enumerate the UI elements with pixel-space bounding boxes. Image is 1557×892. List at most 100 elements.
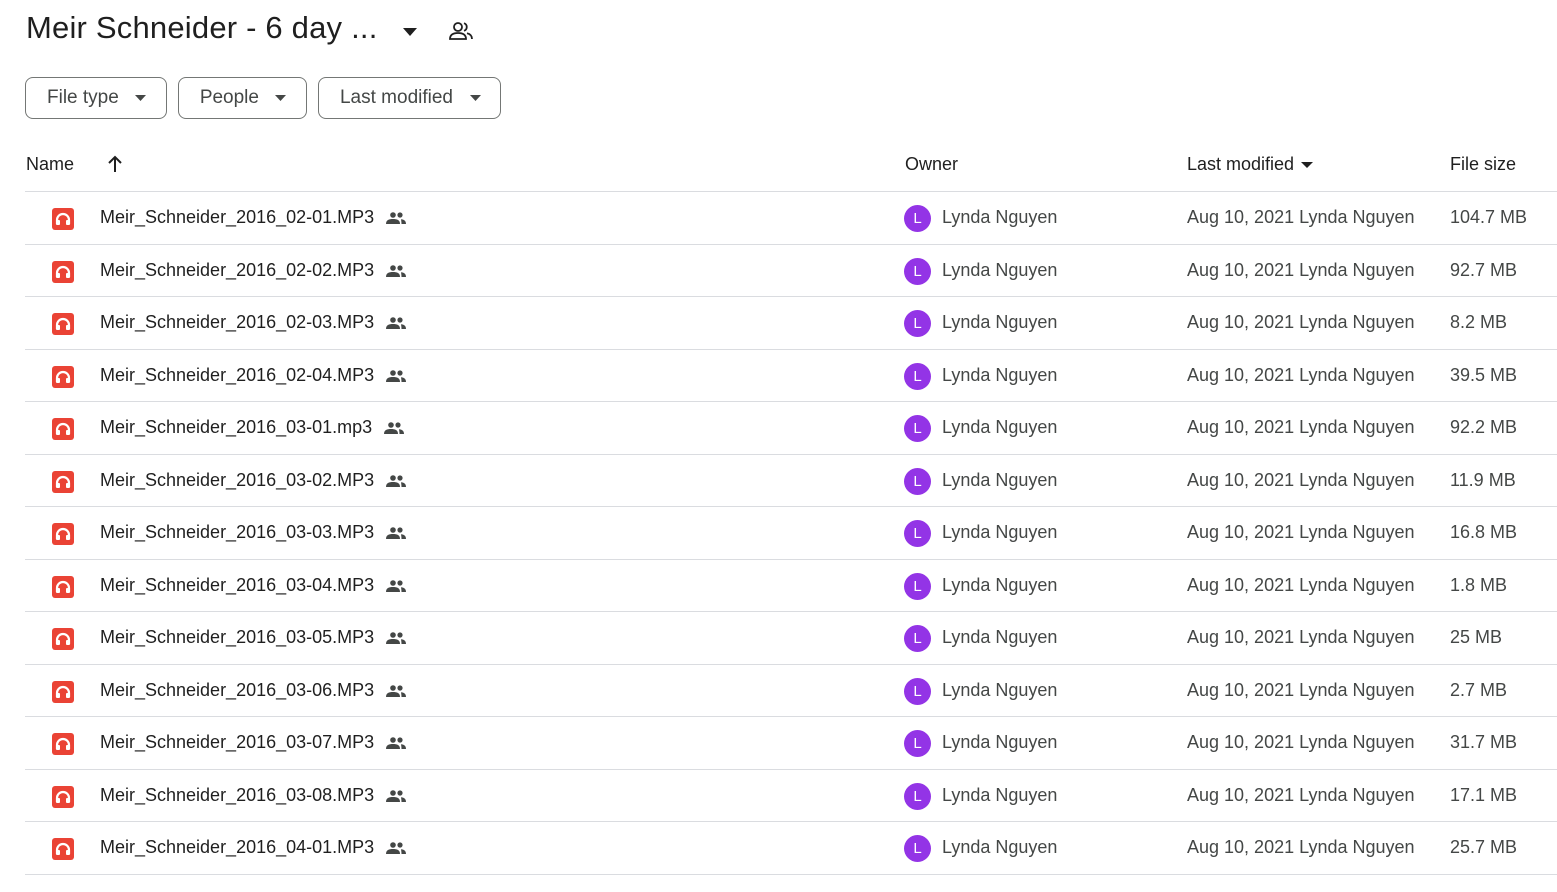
shared-icon	[386, 209, 406, 227]
shared-icon	[386, 314, 406, 332]
file-row[interactable]: Meir_Schneider_2016_03-07.MP3 L Lynda Ng…	[25, 717, 1557, 770]
file-row[interactable]: Meir_Schneider_2016_02-04.MP3 L Lynda Ng…	[25, 350, 1557, 402]
owner-name: Lynda Nguyen	[942, 784, 1058, 805]
file-name[interactable]: Meir_Schneider_2016_02-04.MP3	[100, 365, 374, 386]
last-modified: Aug 10, 2021 Lynda Nguyen	[1187, 207, 1415, 227]
file-row[interactable]: Meir_Schneider_2016_03-04.MP3 L Lynda Ng…	[25, 560, 1557, 612]
file-row[interactable]: Meir_Schneider_2016_04-01.MP3 L Lynda Ng…	[25, 822, 1557, 875]
avatar: L	[904, 835, 931, 862]
file-row[interactable]: Meir_Schneider_2016_02-01.MP3 L Lynda Ng…	[25, 192, 1557, 245]
audio-file-icon	[52, 313, 74, 335]
file-name[interactable]: Meir_Schneider_2016_03-03.MP3	[100, 522, 374, 543]
file-size: 92.7 MB	[1450, 259, 1518, 280]
avatar: L	[904, 362, 931, 390]
owner-name: Lynda Nguyen	[942, 312, 1058, 332]
last-modified-filter-label: Last modified	[339, 87, 453, 108]
file-size: 92.2 MB	[1450, 417, 1518, 437]
file-size: 31.7 MB	[1450, 732, 1518, 752]
shared-icon	[384, 419, 404, 437]
file-size: 8.2 MB	[1450, 312, 1508, 332]
column-header-owner[interactable]: Owner	[905, 154, 958, 175]
shared-icon	[386, 472, 406, 490]
file-name[interactable]: Meir_Schneider_2016_03-04.MP3	[100, 575, 374, 596]
arrow-drop-down-icon	[133, 90, 149, 106]
shared-icon	[386, 787, 406, 805]
avatar: L	[904, 415, 931, 442]
file-name[interactable]: Meir_Schneider_2016_02-03.MP3	[100, 312, 374, 333]
file-rows: Meir_Schneider_2016_02-01.MP3 L Lynda Ng…	[25, 192, 1557, 875]
sort-ascending-icon[interactable]	[103, 152, 127, 176]
file-name[interactable]: Meir_Schneider_2016_02-01.MP3	[100, 207, 374, 228]
audio-file-icon	[52, 365, 74, 388]
arrow-drop-down-icon	[273, 90, 289, 106]
column-header-last-modified[interactable]: Last modified	[1187, 154, 1314, 175]
arrow-drop-down-icon	[467, 90, 483, 106]
file-type-filter[interactable]: File type	[25, 77, 167, 119]
shared-icon	[386, 839, 406, 857]
avatar: L	[904, 730, 931, 757]
file-size: 39.5 MB	[1450, 364, 1518, 385]
last-modified: Aug 10, 2021 Lynda Nguyen	[1187, 417, 1415, 437]
file-row[interactable]: Meir_Schneider_2016_03-05.MP3 L Lynda Ng…	[25, 612, 1557, 665]
folder-title[interactable]: Meir Schneider - 6 day ...	[26, 10, 378, 46]
owner-name: Lynda Nguyen	[942, 207, 1058, 227]
file-row[interactable]: Meir_Schneider_2016_02-03.MP3 L Lynda Ng…	[25, 297, 1557, 350]
file-name[interactable]: Meir_Schneider_2016_03-07.MP3	[100, 732, 374, 753]
folder-header: Meir Schneider - 6 day ...	[0, 0, 1557, 62]
last-modified: Aug 10, 2021 Lynda Nguyen	[1187, 364, 1415, 385]
column-header-file-size[interactable]: File size	[1450, 154, 1516, 175]
audio-file-icon	[52, 260, 74, 283]
people-filter[interactable]: People	[177, 77, 307, 119]
audio-file-icon	[52, 575, 74, 598]
owner-name: Lynda Nguyen	[942, 364, 1058, 385]
last-modified: Aug 10, 2021 Lynda Nguyen	[1187, 522, 1415, 542]
file-row[interactable]: Meir_Schneider_2016_03-03.MP3 L Lynda Ng…	[25, 507, 1557, 560]
file-size: 25.7 MB	[1450, 837, 1518, 857]
file-name[interactable]: Meir_Schneider_2016_03-05.MP3	[100, 627, 374, 648]
avatar: L	[904, 677, 931, 705]
file-type-filter-label: File type	[47, 87, 119, 108]
file-row[interactable]: Meir_Schneider_2016_03-01.mp3 L Lynda Ng…	[25, 402, 1557, 455]
file-size: 16.8 MB	[1450, 522, 1518, 542]
shared-icon	[386, 262, 406, 280]
file-list: Name Owner Last modified File size Meir_…	[25, 140, 1557, 875]
file-name[interactable]: Meir_Schneider_2016_03-08.MP3	[100, 785, 374, 806]
file-name[interactable]: Meir_Schneider_2016_03-06.MP3	[100, 680, 374, 701]
file-size: 2.7 MB	[1450, 679, 1508, 700]
file-name[interactable]: Meir_Schneider_2016_03-01.mp3	[100, 417, 372, 438]
file-name[interactable]: Meir_Schneider_2016_04-01.MP3	[100, 837, 374, 858]
audio-file-icon	[52, 785, 74, 808]
shared-icon	[386, 629, 406, 647]
shared-icon	[386, 367, 406, 385]
shared-icon	[386, 682, 406, 700]
file-size: 25 MB	[1450, 627, 1503, 647]
file-row[interactable]: Meir_Schneider_2016_02-02.MP3 L Lynda Ng…	[25, 245, 1557, 297]
owner-name: Lynda Nguyen	[942, 574, 1058, 595]
column-header-name[interactable]: Name	[26, 154, 74, 175]
last-modified: Aug 10, 2021 Lynda Nguyen	[1187, 312, 1415, 332]
file-row[interactable]: Meir_Schneider_2016_03-06.MP3 L Lynda Ng…	[25, 665, 1557, 717]
arrow-drop-down-icon	[403, 28, 417, 36]
owner-name: Lynda Nguyen	[942, 522, 1058, 542]
avatar: L	[904, 572, 931, 600]
shared-folder-button[interactable]	[446, 16, 476, 46]
shared-icon	[386, 577, 406, 595]
last-modified-filter[interactable]: Last modified	[317, 77, 501, 119]
file-row[interactable]: Meir_Schneider_2016_03-08.MP3 L Lynda Ng…	[25, 770, 1557, 822]
owner-name: Lynda Nguyen	[942, 417, 1058, 437]
folder-menu-button[interactable]	[396, 18, 424, 46]
avatar: L	[904, 467, 931, 495]
audio-file-icon	[52, 733, 74, 755]
last-modified: Aug 10, 2021 Lynda Nguyen	[1187, 469, 1415, 490]
arrow-drop-down-icon	[1300, 158, 1314, 172]
last-modified: Aug 10, 2021 Lynda Nguyen	[1187, 784, 1415, 805]
avatar: L	[904, 520, 931, 547]
audio-file-icon	[52, 523, 74, 545]
file-name[interactable]: Meir_Schneider_2016_02-02.MP3	[100, 260, 374, 281]
table-header: Name Owner Last modified File size	[25, 140, 1557, 192]
avatar: L	[904, 625, 931, 652]
file-row[interactable]: Meir_Schneider_2016_03-02.MP3 L Lynda Ng…	[25, 455, 1557, 507]
shared-icon	[386, 524, 406, 542]
file-name[interactable]: Meir_Schneider_2016_03-02.MP3	[100, 470, 374, 491]
owner-name: Lynda Nguyen	[942, 837, 1058, 857]
